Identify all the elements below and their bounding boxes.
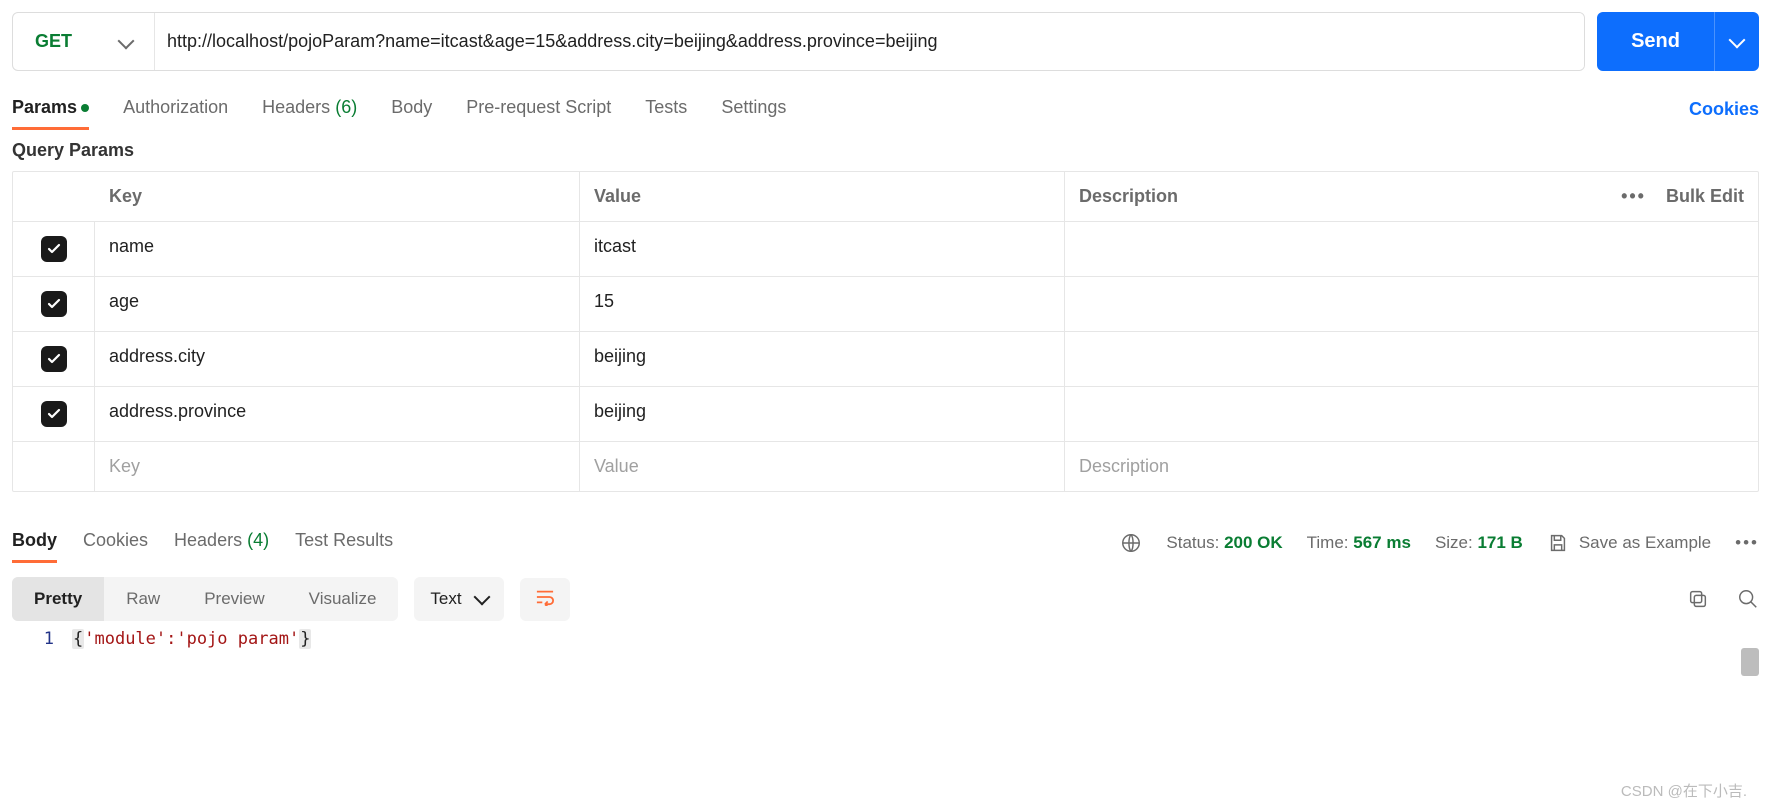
response-tab-cookies[interactable]: Cookies: [83, 522, 148, 563]
response-tab-headers-count: (4): [247, 530, 269, 550]
request-tabs: Params Authorization Headers (6) Body Pr…: [12, 89, 786, 130]
table-header-description: Description ••• Bulk Edit: [1065, 172, 1758, 221]
response-tab-headers[interactable]: Headers (4): [174, 522, 269, 563]
url-input[interactable]: [155, 13, 1584, 70]
param-description-placeholder[interactable]: Description: [1065, 442, 1758, 491]
response-tab-headers-label: Headers: [174, 530, 242, 550]
send-button[interactable]: Send: [1597, 12, 1759, 71]
view-tab-pretty[interactable]: Pretty: [12, 577, 104, 621]
bulk-edit-button[interactable]: Bulk Edit: [1666, 186, 1744, 207]
param-key-cell[interactable]: address.city: [95, 332, 580, 386]
table-row: address.province beijing: [13, 387, 1758, 442]
view-tab-preview[interactable]: Preview: [182, 577, 286, 621]
search-icon[interactable]: [1737, 588, 1759, 610]
table-header-value: Value: [580, 172, 1065, 221]
tab-body[interactable]: Body: [391, 89, 432, 130]
table-row: address.city beijing: [13, 332, 1758, 387]
param-description-cell[interactable]: [1065, 222, 1758, 276]
response-tab-tests[interactable]: Test Results: [295, 522, 393, 563]
copy-icon[interactable]: [1687, 588, 1709, 610]
method-url-bar: GET: [12, 12, 1585, 71]
brace-close: }: [299, 629, 311, 649]
tab-settings[interactable]: Settings: [721, 89, 786, 130]
tab-authorization[interactable]: Authorization: [123, 89, 228, 130]
chevron-down-icon: [473, 589, 490, 606]
table-header-row: Key Value Description ••• Bulk Edit: [13, 172, 1758, 222]
http-method-label: GET: [35, 31, 72, 52]
chevron-down-icon: [120, 32, 132, 52]
param-value-placeholder[interactable]: Value: [580, 442, 1065, 491]
table-header-description-label: Description: [1079, 186, 1178, 207]
row-checkbox[interactable]: [41, 346, 67, 372]
response-tab-body[interactable]: Body: [12, 522, 57, 563]
wrap-lines-button[interactable]: [520, 578, 570, 621]
table-row: name itcast: [13, 222, 1758, 277]
more-icon[interactable]: •••: [1621, 186, 1646, 207]
tab-params-label: Params: [12, 97, 77, 117]
row-checkbox[interactable]: [41, 236, 67, 262]
query-params-title: Query Params: [12, 140, 1759, 161]
globe-icon[interactable]: [1120, 532, 1142, 554]
body-view-tabs: Pretty Raw Preview Visualize: [12, 577, 398, 621]
status-meta: Status: 200 OK: [1166, 533, 1282, 553]
send-button-label: Send: [1597, 30, 1714, 53]
row-checkbox-empty: [13, 442, 95, 491]
param-description-cell[interactable]: [1065, 277, 1758, 331]
code-content: 'module':'pojo param': [84, 629, 299, 649]
brace-open: {: [72, 629, 84, 649]
param-value-cell[interactable]: beijing: [580, 387, 1065, 441]
table-row: age 15: [13, 277, 1758, 332]
wrap-icon: [534, 588, 556, 606]
scrollbar-thumb[interactable]: [1741, 648, 1759, 676]
tab-headers-label: Headers: [262, 97, 330, 117]
tab-params[interactable]: Params: [12, 89, 89, 130]
size-meta: Size: 171 B: [1435, 533, 1523, 553]
body-lang-select[interactable]: Text: [414, 577, 503, 621]
param-value-cell[interactable]: itcast: [580, 222, 1065, 276]
body-lang-label: Text: [430, 589, 461, 609]
tab-prerequest[interactable]: Pre-request Script: [466, 89, 611, 130]
row-checkbox[interactable]: [41, 291, 67, 317]
line-number: 1: [12, 629, 72, 649]
code-line[interactable]: {'module':'pojo param'}: [72, 629, 311, 649]
watermark: CSDN @在下小吉.: [1621, 780, 1747, 801]
save-example-label: Save as Example: [1579, 533, 1711, 553]
http-method-select[interactable]: GET: [13, 13, 155, 70]
response-meta: Status: 200 OK Time: 567 ms Size: 171 B …: [1120, 532, 1759, 554]
cookies-link[interactable]: Cookies: [1689, 99, 1759, 120]
tab-headers[interactable]: Headers (6): [262, 89, 357, 130]
time-meta: Time: 567 ms: [1307, 533, 1411, 553]
param-description-cell[interactable]: [1065, 387, 1758, 441]
response-body-code: 1 {'module':'pojo param'}: [12, 629, 1759, 649]
param-key-cell[interactable]: name: [95, 222, 580, 276]
param-key-placeholder[interactable]: Key: [95, 442, 580, 491]
send-button-dropdown[interactable]: [1714, 12, 1759, 71]
view-tab-visualize[interactable]: Visualize: [287, 577, 399, 621]
row-checkbox[interactable]: [41, 401, 67, 427]
tab-tests[interactable]: Tests: [645, 89, 687, 130]
param-description-cell[interactable]: [1065, 332, 1758, 386]
param-value-cell[interactable]: 15: [580, 277, 1065, 331]
save-as-example-button[interactable]: Save as Example: [1547, 532, 1711, 554]
tab-headers-count: (6): [335, 97, 357, 117]
query-params-table: Key Value Description ••• Bulk Edit name…: [12, 171, 1759, 492]
response-tabs: Body Cookies Headers (4) Test Results: [12, 522, 393, 563]
table-header-key: Key: [95, 172, 580, 221]
save-icon: [1547, 532, 1569, 554]
view-tab-raw[interactable]: Raw: [104, 577, 182, 621]
modified-dot-icon: [81, 104, 89, 112]
param-value-cell[interactable]: beijing: [580, 332, 1065, 386]
table-header-checkbox: [13, 172, 95, 221]
param-key-cell[interactable]: address.province: [95, 387, 580, 441]
param-key-cell[interactable]: age: [95, 277, 580, 331]
response-more-icon[interactable]: •••: [1735, 533, 1759, 553]
table-row-new: Key Value Description: [13, 442, 1758, 491]
